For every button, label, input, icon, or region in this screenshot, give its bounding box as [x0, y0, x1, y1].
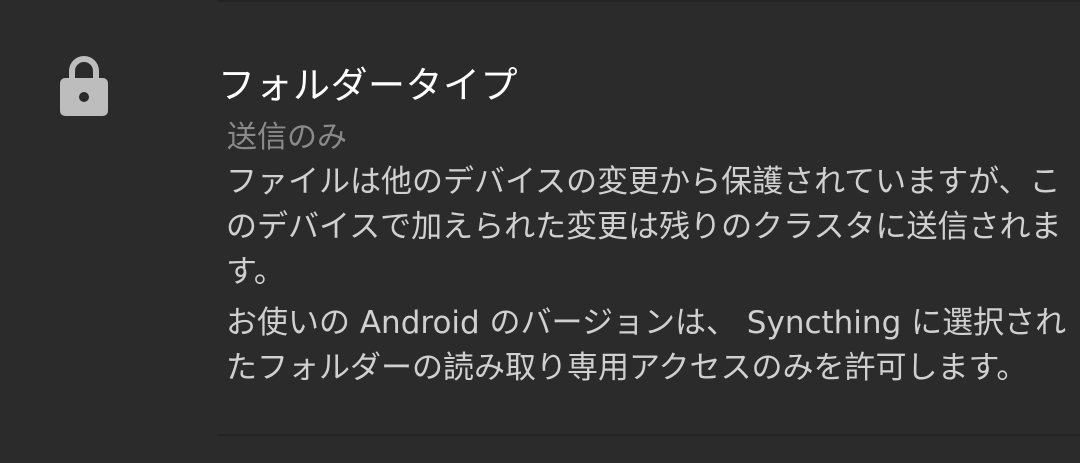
- preference-text: フォルダータイプ 送信のみ ファイルは他のデバイスの変更から保護されていますが、…: [218, 58, 1073, 391]
- preference-description: ファイルは他のデバイスの変更から保護されていますが、このデバイスで加えられた変更…: [226, 164, 1062, 290]
- lock-icon: [60, 56, 108, 116]
- preference-value: 送信のみ: [227, 120, 347, 155]
- folder-type-preference[interactable]: フォルダータイプ 送信のみ ファイルは他のデバイスの変更から保護されていますが、…: [0, 2, 1080, 434]
- preference-note: お使いの Android のバージョンは、 Syncthing に選択されたフォ…: [226, 305, 1067, 386]
- settings-screen: フォルダータイプ 送信のみ ファイルは他のデバイスの変更から保護されていますが、…: [0, 0, 1080, 463]
- preference-title: フォルダータイプ: [218, 64, 518, 107]
- divider: [217, 434, 1080, 436]
